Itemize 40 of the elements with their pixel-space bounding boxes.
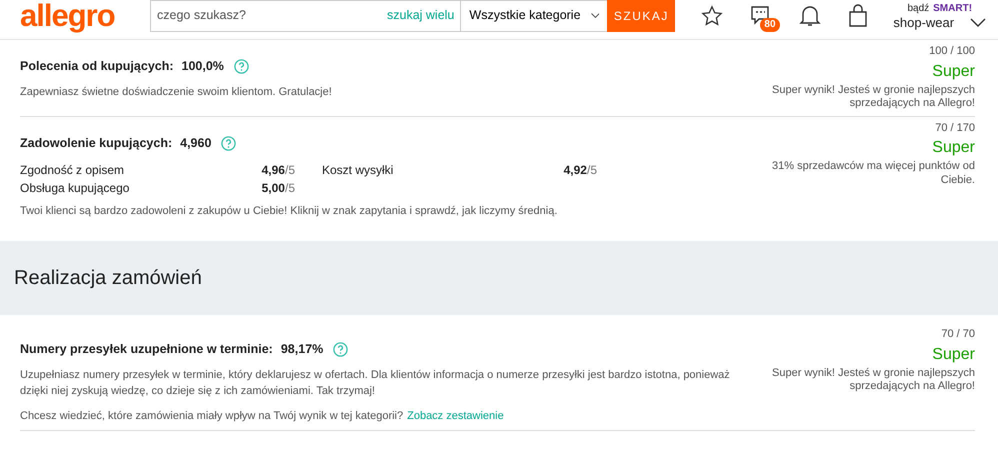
rating-note: 31% sprzedawców ma więcej punktów od Ciebie. — [771, 160, 975, 187]
subscore-name: Obsługa kupującego — [20, 180, 130, 197]
subscore-name: Koszt wysyłki — [322, 162, 394, 179]
search-field[interactable]: czego szukasz? szukaj wielu Wszystkie kategorie — [150, 0, 608, 32]
subscore-value: 4,92/5 — [564, 162, 597, 179]
subscore-value: 5,00/5 — [262, 180, 295, 197]
summary-link[interactable]: Zobacz zestawienie — [407, 408, 504, 424]
metric-note: Twoi klienci są bardzo zadowoleni z zakupów u Ciebie! Kliknij w znak zapytania i sprawdź, jak liczymy średnią. — [20, 204, 558, 219]
smart-brand: SMART! — [933, 2, 972, 14]
account-menu[interactable]: shop-wear — [893, 16, 954, 30]
score-text: 70 / 70 — [940, 327, 975, 342]
search-button[interactable]: SZUKAJ — [607, 0, 676, 32]
rating-note: Super wynik! Jesteś w gronie najlepszych sprzedających na Allegro! — [771, 366, 975, 393]
smart-prefix: bądź — [907, 2, 930, 14]
rating-note: Super wynik! Jesteś w gronie najlepszych sprzedających na Allegro! — [771, 84, 975, 110]
metric-note: Uzupełniasz numery przesyłek w terminie, który deklarujesz w ofertach. Dla klientów informacja o numerze przesyłki jest bardzo istotna, ponieważ dzięki niej zyskują wiedzę, co dzieje się z ich zamówieniami. Tak trzymaj! — [20, 368, 730, 400]
subscore-name: Zgodność z opisem — [20, 162, 124, 179]
star-icon[interactable] — [701, 4, 724, 26]
chevron-down-icon — [590, 11, 600, 20]
metric-value: 100,0% — [182, 58, 224, 75]
score-text: 100 / 100 — [928, 44, 975, 59]
rating-text: Super — [931, 344, 975, 365]
subscore-value: 4,96/5 — [262, 162, 295, 179]
section-heading: Realizacja zamówień — [0, 241, 998, 316]
bag-icon[interactable] — [848, 4, 868, 28]
question-text: Chcesz wiedzieć, które zamówienia miały wpływ na Twój wynik w tej kategorii? — [20, 408, 404, 424]
score-text: 70 / 170 — [934, 120, 975, 136]
rating-text: Super — [931, 62, 975, 82]
chevron-down-icon — [970, 18, 986, 28]
bell-icon[interactable] — [799, 4, 822, 28]
logo[interactable]: allegro — [20, 0, 150, 31]
message-count-badge: 80 — [760, 18, 780, 32]
metric-value: 98,17% — [280, 341, 324, 358]
metric-label: Numery przesyłek uzupełnione w terminie: — [20, 341, 273, 358]
metric-label: Zadowolenie kupujących: — [20, 134, 172, 152]
metric-note: Zapewniasz świetne doświadczenie swoim klientom. Gratulacje! — [20, 84, 333, 100]
metric-label: Polecenia od kupujących: — [20, 58, 174, 75]
metric-value: 4,960 — [180, 134, 212, 152]
search-multiple-link[interactable]: szukaj wielu — [381, 6, 460, 25]
rating-text: Super — [931, 138, 975, 158]
